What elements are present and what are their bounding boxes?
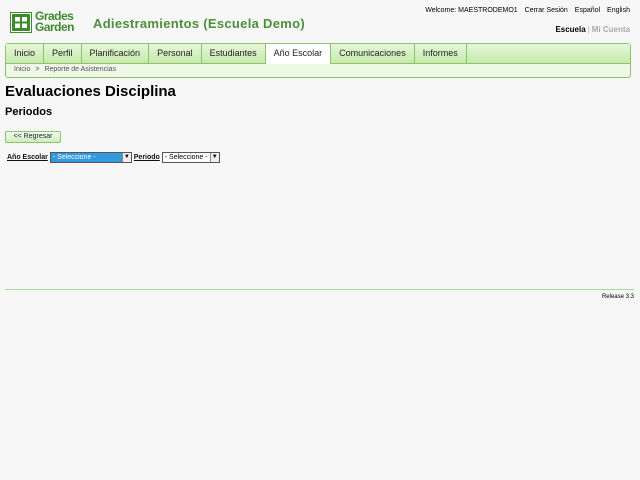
top-links: Welcome: MAESTRODEMO1 Cerrar Sesión Espa… [420,7,630,14]
period-label: Periodo [133,154,160,161]
switch-escuela[interactable]: Escuela [555,25,585,34]
logo-text: Grades Garden [35,10,75,34]
tab-personal[interactable]: Personal [149,44,202,63]
chevron-down-icon: ▼ [209,153,219,162]
tab-planificacion[interactable]: Planificación [82,44,150,63]
tab-estudiantes[interactable]: Estudiantes [202,44,266,63]
tab-comunicaciones[interactable]: Comunicaciones [331,44,415,63]
footer-divider [5,289,634,290]
app-title: Adiestramientos (Escuela Demo) [93,16,306,31]
logout-link[interactable]: Cerrar Sesión [525,7,568,14]
breadcrumb-separator: > [35,66,40,73]
breadcrumb-home[interactable]: Inicio [14,66,30,73]
header: Grades Garden Adiestramientos (Escuela D… [0,0,640,42]
logo[interactable]: Grades Garden [10,10,80,35]
tab-inicio[interactable]: Inicio [6,44,45,63]
year-label: Año Escolar [7,154,48,161]
lang-english-link[interactable]: English [607,7,630,14]
breadcrumb: Inicio > Reporte de Asistencias [14,66,116,73]
lang-spanish-link[interactable]: Español [575,7,600,14]
page-subtitle: Periodos [5,106,53,118]
logo-line2: Garden [35,20,75,34]
switch-mi-cuenta[interactable]: Mi Cuenta [592,25,630,34]
period-select[interactable]: - Seleccione - ▼ [161,152,220,163]
main-nav: Inicio Perfil Planificación Personal Est… [5,43,631,78]
year-select[interactable]: - Seleccione - ▼ [49,152,132,163]
nav-tabs: Inicio Perfil Planificación Personal Est… [6,44,630,64]
release-label: Release 3.3 [601,294,634,300]
context-switcher: Escuela | Mi Cuenta [555,25,630,34]
filter-bar: Año Escolar - Seleccione - ▼ Periodo - Se… [7,152,220,163]
tab-perfil[interactable]: Perfil [44,44,82,63]
grades-garden-logo-icon [10,12,32,33]
chevron-down-icon: ▼ [121,153,131,162]
year-select-value: - Seleccione - [52,154,96,161]
back-button[interactable]: << Regresar [5,131,61,143]
tab-ano-escolar[interactable]: Año Escolar [265,44,332,64]
page-title: Evaluaciones Disciplina [5,83,176,100]
switch-separator: | [587,25,590,34]
tab-informes[interactable]: Informes [415,44,467,63]
breadcrumb-current: Reporte de Asistencias [44,66,117,73]
welcome-text: Welcome: MAESTRODEMO1 [425,7,518,14]
period-select-value: - Seleccione - [164,154,208,161]
